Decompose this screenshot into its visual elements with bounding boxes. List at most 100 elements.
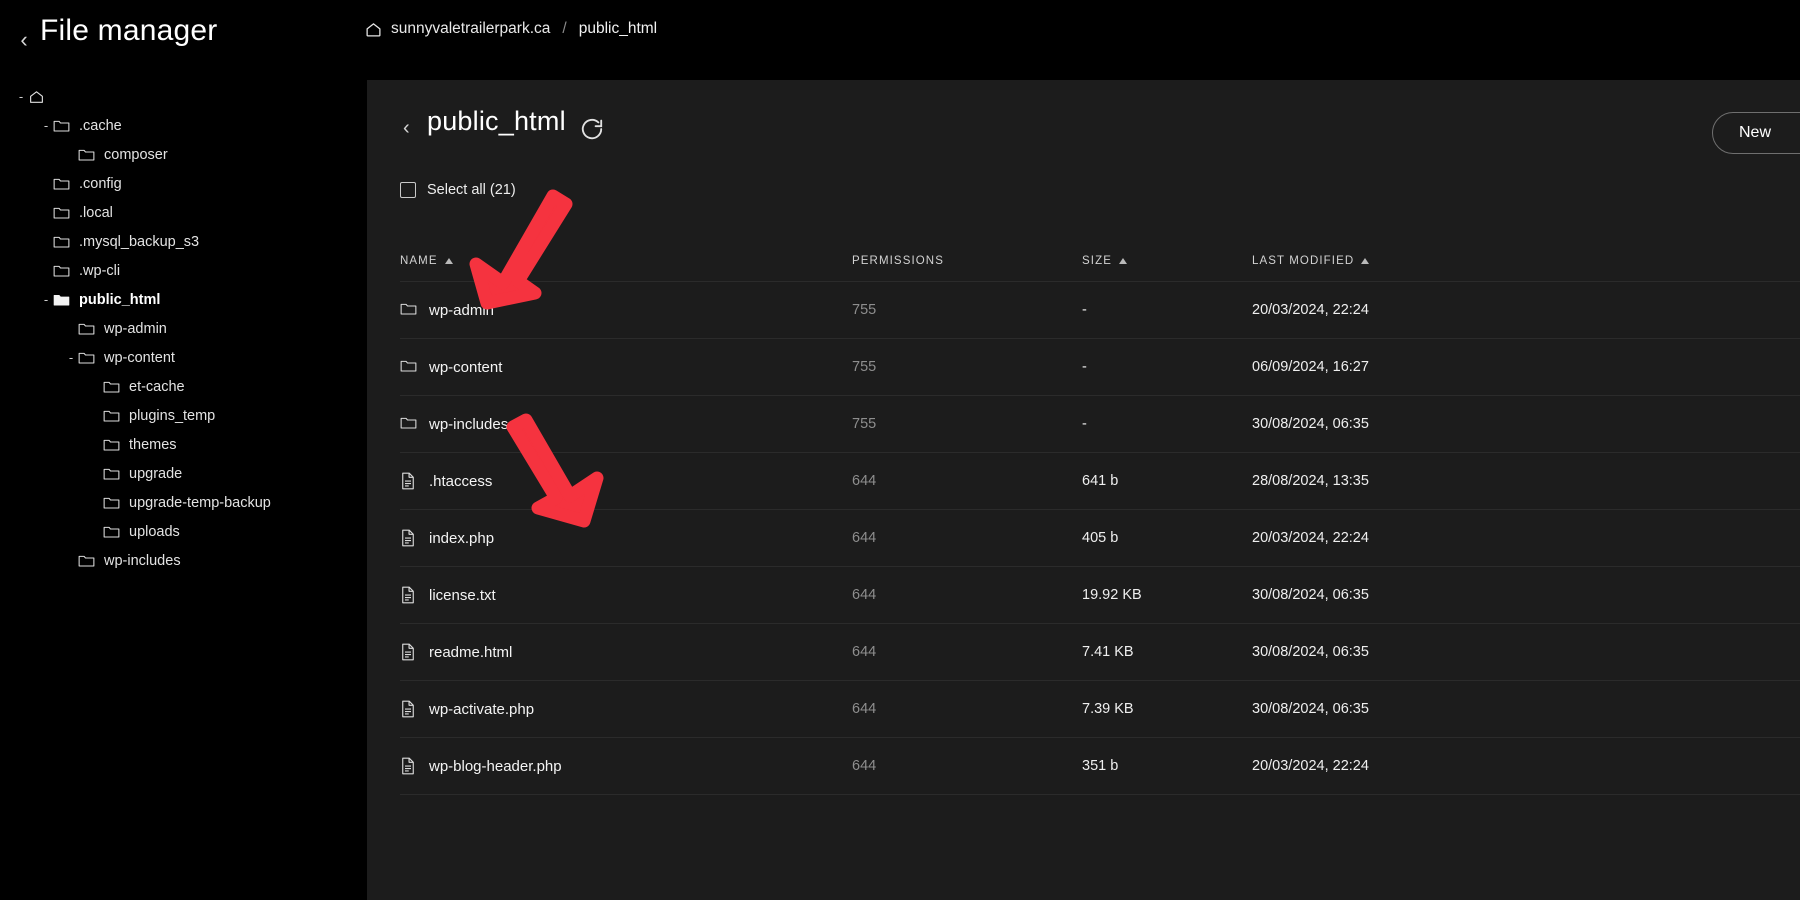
permissions-value: 755 <box>852 302 877 318</box>
file-name-link[interactable]: wp-admin <box>429 302 494 319</box>
sidebar-item-upgrade-temp-backup[interactable]: upgrade-temp-backup <box>0 488 367 517</box>
folder-icon <box>103 495 120 510</box>
file-name-link[interactable]: readme.html <box>429 644 512 661</box>
folder-icon <box>53 205 70 220</box>
table-row[interactable]: license.txt 644 19.92 KB 30/08/2024, 06:35 <box>400 567 1800 624</box>
tree-toggle[interactable]: - <box>39 293 53 306</box>
file-name-link[interactable]: wp-includes <box>429 416 508 433</box>
table-row[interactable]: wp-includes 755 - 30/08/2024, 06:35 <box>400 396 1800 453</box>
sidebar-item-wp-content[interactable]: - wp-content <box>0 343 367 372</box>
column-header-label: NAME <box>400 255 453 267</box>
tree-toggle[interactable]: - <box>64 351 78 364</box>
cell-last-modified: 20/03/2024, 22:24 <box>1252 301 1582 319</box>
cell-name: index.php <box>400 529 852 547</box>
last-modified-value: 30/08/2024, 06:35 <box>1252 644 1369 660</box>
file-name-link[interactable]: .htaccess <box>429 473 492 490</box>
file-name-link[interactable]: index.php <box>429 530 494 547</box>
tree-toggle[interactable]: - <box>39 119 53 132</box>
sort-ascending-icon <box>1361 257 1370 264</box>
size-value: - <box>1082 416 1087 432</box>
column-header-text: PERMISSIONS <box>852 254 944 267</box>
sidebar-item-uploads[interactable]: uploads <box>0 517 367 546</box>
table-row[interactable]: index.php 644 405 b 20/03/2024, 22:24 <box>400 510 1800 567</box>
sidebar-item-wp-includes[interactable]: wp-includes <box>0 546 367 575</box>
table-row[interactable]: wp-admin 755 - 20/03/2024, 22:24 <box>400 282 1800 339</box>
table-row[interactable]: readme.html 644 7.41 KB 30/08/2024, 06:35 <box>400 624 1800 681</box>
column-header-text: SIZE <box>1082 254 1112 267</box>
file-name-link[interactable]: wp-activate.php <box>429 701 534 718</box>
table-row[interactable]: wp-activate.php 644 7.39 KB 30/08/2024, 06:… <box>400 681 1800 738</box>
home-icon <box>365 21 382 38</box>
file-name-link[interactable]: wp-blog-header.php <box>429 758 562 775</box>
cell-size: 351 b <box>1082 757 1252 775</box>
sidebar-item-plugins-temp[interactable]: plugins_temp <box>0 401 367 430</box>
permissions-value: 644 <box>852 587 877 603</box>
cell-permissions: 644 <box>852 529 1082 547</box>
sidebar-item-label: .wp-cli <box>79 262 121 279</box>
table-header-row: NAME PERMISSIONS SIZE LAST MODIFIED <box>400 240 1800 282</box>
column-header-last-modified[interactable]: LAST MODIFIED <box>1252 255 1582 267</box>
sidebar-item-local[interactable]: .local <box>0 198 367 227</box>
cell-last-modified: 30/08/2024, 06:35 <box>1252 415 1582 433</box>
cell-name: wp-blog-header.php <box>400 757 852 775</box>
cell-size: - <box>1082 358 1252 376</box>
cell-size: 19.92 KB <box>1082 586 1252 604</box>
sort-ascending-icon <box>444 257 453 264</box>
sidebar-item-wp-admin[interactable]: wp-admin <box>0 314 367 343</box>
select-all-control[interactable]: Select all (21) <box>400 182 516 198</box>
tree-toggle[interactable]: - <box>14 90 28 103</box>
cell-name: readme.html <box>400 643 852 661</box>
select-all-checkbox[interactable] <box>400 182 416 198</box>
breadcrumb-domain[interactable]: sunnyvaletrailerpark.ca <box>391 20 550 38</box>
file-table: NAME PERMISSIONS SIZE LAST MODIFIED wp-admi… <box>400 240 1800 795</box>
file-name-link[interactable]: license.txt <box>429 587 496 604</box>
column-header-label: PERMISSIONS <box>852 255 1082 267</box>
sidebar-item-label: upgrade <box>129 465 183 482</box>
table-row[interactable]: .htaccess 644 641 b 28/08/2024, 13:35 <box>400 453 1800 510</box>
sidebar-item-composer[interactable]: composer <box>0 140 367 169</box>
cell-name: wp-includes <box>400 415 852 433</box>
panel-back-button[interactable]: ‹ <box>403 118 410 138</box>
folder-icon <box>78 321 95 336</box>
breadcrumb-separator: / <box>562 20 567 37</box>
column-header-permissions[interactable]: PERMISSIONS <box>852 255 1082 267</box>
sidebar-item-label: .cache <box>79 117 122 134</box>
cell-last-modified: 30/08/2024, 06:35 <box>1252 700 1582 718</box>
cell-size: - <box>1082 415 1252 433</box>
last-modified-value: 30/08/2024, 06:35 <box>1252 416 1369 432</box>
folder-icon <box>78 553 95 568</box>
panel-header: ‹ public_html New <box>367 80 1800 180</box>
folder-icon <box>400 358 417 376</box>
cell-permissions: 644 <box>852 472 1082 490</box>
cell-size: 405 b <box>1082 529 1252 547</box>
size-value: 7.41 KB <box>1082 644 1134 660</box>
table-row[interactable]: wp-content 755 - 06/09/2024, 16:27 <box>400 339 1800 396</box>
new-button[interactable]: New <box>1712 112 1800 154</box>
sidebar-item-home[interactable]: - <box>0 82 367 111</box>
home-icon <box>28 89 45 104</box>
sidebar-item-et-cache[interactable]: et-cache <box>0 372 367 401</box>
sidebar-item-mysql-backup-s3[interactable]: .mysql_backup_s3 <box>0 227 367 256</box>
file-icon <box>400 643 417 661</box>
column-header-name[interactable]: NAME <box>400 255 852 267</box>
last-modified-value: 30/08/2024, 06:35 <box>1252 701 1369 717</box>
sidebar-item-themes[interactable]: themes <box>0 430 367 459</box>
sidebar-item-label: composer <box>104 146 168 163</box>
cell-name: wp-content <box>400 358 852 376</box>
sidebar-item-config[interactable]: .config <box>0 169 367 198</box>
file-icon <box>400 757 417 775</box>
last-modified-value: 20/03/2024, 22:24 <box>1252 302 1369 318</box>
breadcrumb-current[interactable]: public_html <box>579 20 657 38</box>
cell-name: wp-admin <box>400 301 852 319</box>
sidebar-item-cache[interactable]: - .cache <box>0 111 367 140</box>
back-button[interactable]: ‹ <box>12 20 36 60</box>
sidebar-item-wp-cli[interactable]: .wp-cli <box>0 256 367 285</box>
last-modified-value: 20/03/2024, 22:24 <box>1252 758 1369 774</box>
table-row[interactable]: wp-blog-header.php 644 351 b 20/03/2024, 22… <box>400 738 1800 795</box>
file-name-link[interactable]: wp-content <box>429 359 502 376</box>
sidebar-item-upgrade[interactable]: upgrade <box>0 459 367 488</box>
column-header-size[interactable]: SIZE <box>1082 255 1252 267</box>
refresh-icon[interactable] <box>579 116 605 142</box>
sidebar-item-label: upgrade-temp-backup <box>129 494 271 511</box>
sidebar-item-public-html[interactable]: - public_html <box>0 285 367 314</box>
